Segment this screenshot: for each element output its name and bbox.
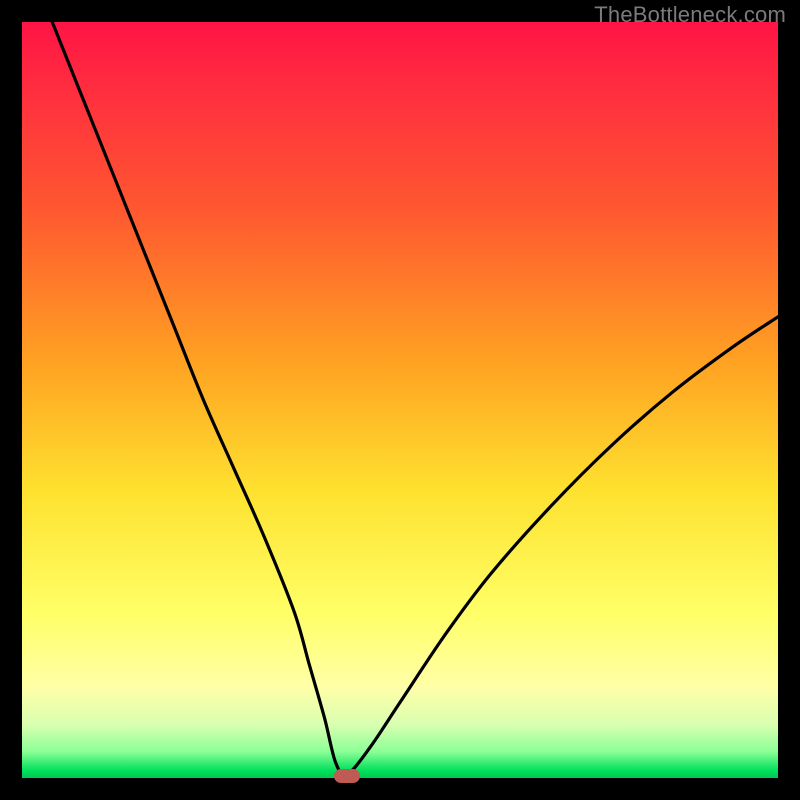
curve-minimum-marker <box>334 769 360 783</box>
watermark-text: TheBottleneck.com <box>594 2 786 28</box>
bottleneck-curve <box>22 22 778 778</box>
